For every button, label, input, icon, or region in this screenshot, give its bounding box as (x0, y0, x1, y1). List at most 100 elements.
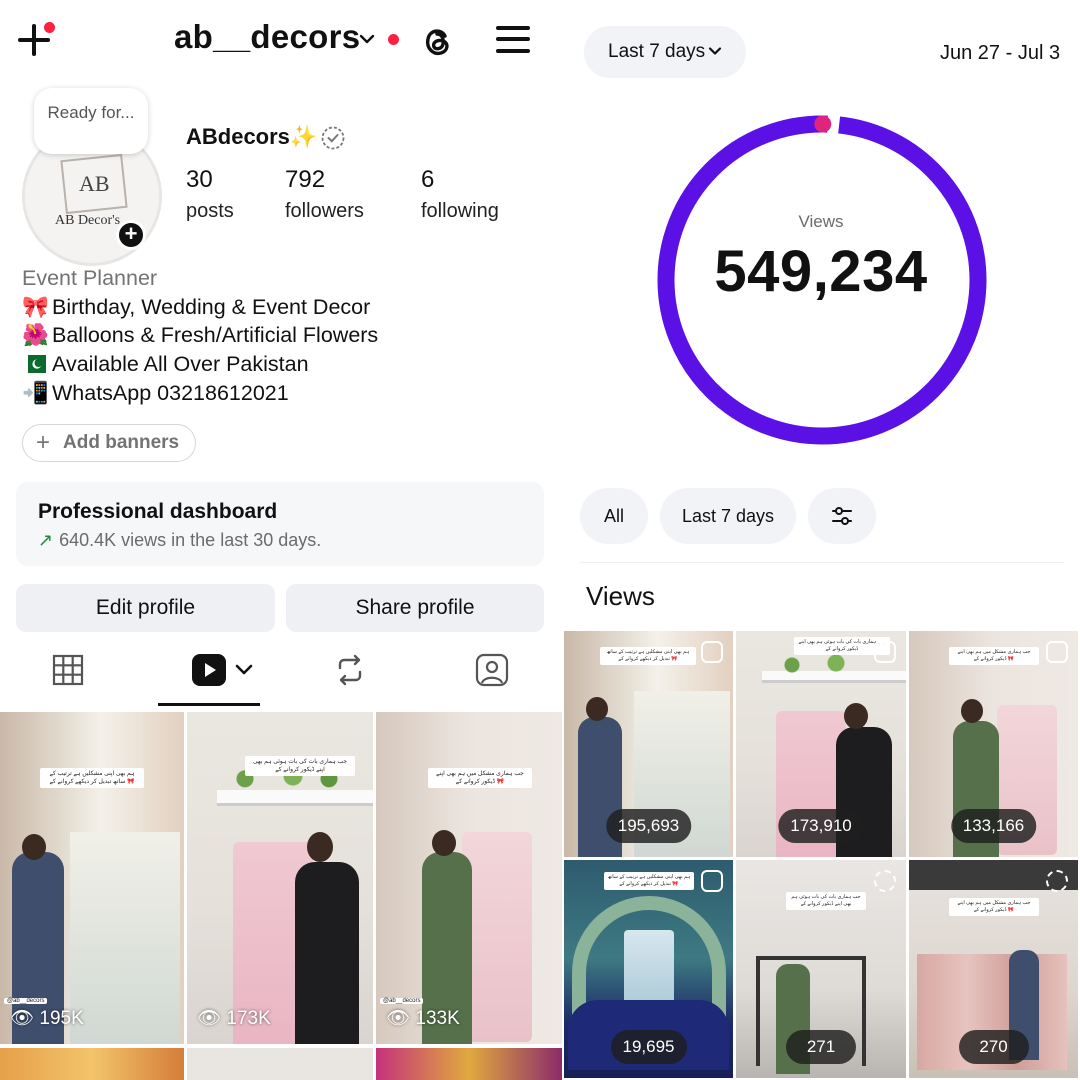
profile-screen: ab__decors AB AB Decor's Ready for... + … (0, 0, 562, 1080)
bow-icon: 🎀 (22, 294, 49, 319)
reel-views-badge: 173,910 (778, 809, 864, 843)
add-banners-button[interactable]: + Add banners (22, 424, 196, 462)
professional-dashboard-card[interactable]: Professional dashboard ↗ 640.4K views in … (16, 482, 544, 566)
bio-line: 📲 WhatsApp 03218612021 (22, 379, 378, 408)
pakistan-flag-icon (22, 350, 52, 379)
reel-views-badge: 271 (786, 1030, 856, 1064)
reel-view-count: 173K (226, 1008, 271, 1029)
verified-badge-icon (321, 126, 345, 150)
eye-icon: 👁 (386, 1008, 411, 1029)
insight-reel-tile[interactable]: جب ہماری بات کی بات ہوئی ہم بھی اپنے ڈیک… (736, 631, 906, 857)
stat-followers[interactable]: 792 followers (285, 166, 364, 223)
reel-views-badge: 133,166 (950, 809, 1037, 843)
bio-line: 🌺 Balloons & Fresh/Artificial Flowers (22, 321, 378, 350)
insight-reel-tile[interactable]: ہم بھی اپنی مشکلیں ہے ترتیب کے ساتھ تبدی… (564, 631, 733, 857)
eye-icon: 👁 (197, 1008, 222, 1029)
stat-label: posts (186, 200, 234, 222)
insight-reel-tile[interactable]: ہم بھی اپنی مشکلیں ہے ترتیب کے ساتھ تبدی… (564, 860, 733, 1078)
edit-profile-button[interactable]: Edit profile (16, 584, 275, 632)
insight-reel-tile[interactable]: جب ہماری بات کی بات ہوئی ہم بھی اپنے ڈیک… (736, 860, 906, 1078)
ring-accent-dot (814, 115, 832, 133)
mobile-phone-icon: 📲 (22, 380, 49, 405)
share-profile-button[interactable]: Share profile (286, 584, 544, 632)
insight-reel-tile[interactable]: جب ہماری مشکل میں ہم بھی اپنے ڈیکور کروا… (909, 860, 1078, 1078)
bio-line: 🎀 Birthday, Wedding & Event Decor (22, 293, 378, 322)
avatar-logo-monogram: AB (79, 171, 110, 196)
filter-settings-button[interactable] (808, 488, 876, 544)
account-notification-dot (388, 34, 399, 45)
reposts-icon[interactable] (332, 652, 368, 688)
professional-dashboard-title: Professional dashboard (38, 500, 278, 523)
tagged-icon[interactable] (474, 652, 510, 688)
views-section-heading: Views (586, 581, 655, 611)
reels-icon[interactable] (190, 652, 230, 688)
stat-label: followers (285, 200, 364, 222)
person-head (586, 697, 608, 721)
plants (770, 653, 880, 673)
reel-caption: ہم بھی اپنی مشکلیں ہے ترتیب کے ساتھ تبدی… (600, 647, 696, 665)
eye-icon: 👁 (10, 1008, 35, 1029)
reel-caption: جب ہماری بات کی بات ہوئی ہم بھی اپنے ڈیک… (786, 892, 866, 910)
divider (580, 562, 1064, 563)
notification-dot (44, 22, 55, 33)
stand (756, 956, 760, 1066)
reel-views: 👁 133K (386, 1006, 460, 1030)
threads-icon[interactable] (418, 22, 456, 60)
filter-all[interactable]: All (580, 488, 648, 544)
reel-caption: جب ہماری مشکل میں ہم بھی اپنے ڈیکور کروا… (949, 647, 1039, 665)
reel-tile[interactable] (187, 1048, 373, 1080)
chevron-down-icon[interactable] (234, 652, 254, 688)
reel-views: 👁 195K (10, 1006, 84, 1030)
person-head (432, 830, 456, 856)
profile-top-bar: ab__decors (0, 0, 562, 80)
bio-line: Available All Over Pakistan (22, 350, 378, 379)
reel-view-count: 195K (39, 1008, 84, 1029)
reel-tile[interactable]: جب ہماری بات کی بات ہوئی ہم بھی اپنے ڈیک… (187, 712, 373, 1044)
grid-icon[interactable] (50, 652, 86, 688)
person-head (961, 699, 983, 723)
chevron-down-icon (708, 47, 722, 55)
sliders-icon (832, 507, 852, 525)
add-story-icon[interactable]: + (116, 220, 146, 250)
person-head (307, 832, 333, 862)
professional-dashboard-subtitle: ↗ 640.4K views in the last 30 days. (38, 530, 544, 551)
bio-line-text: Birthday, Wedding & Event Decor (52, 294, 371, 319)
stat-value: 6 (421, 166, 435, 193)
bio-line-text: Balloons & Fresh/Artificial Flowers (52, 323, 379, 348)
active-tab-indicator (158, 703, 260, 706)
filter-last-7-days[interactable]: Last 7 days (660, 488, 796, 544)
flower-icon: 🌺 (22, 323, 49, 348)
loading-icon (874, 870, 896, 892)
reel-views-badge: 195,693 (605, 809, 692, 843)
reel-handle: @ab__decors (4, 998, 48, 1004)
reel-view-count: 133K (415, 1008, 460, 1029)
stat-posts[interactable]: 30 posts (186, 166, 234, 223)
metric-label: Views (798, 212, 844, 231)
reel-caption: ہم بھی اپنی مشکلیں ہے ترتیب کے ساتھ تبدی… (40, 768, 144, 788)
reel-icon (701, 870, 723, 892)
add-banners-label: Add banners (63, 432, 180, 453)
stat-label: following (421, 200, 499, 222)
stat-following[interactable]: 6 following (421, 166, 499, 223)
reel-caption: جب ہماری بات کی بات ہوئی ہم بھی اپنے ڈیک… (245, 756, 355, 776)
bio-line-text: Available All Over Pakistan (52, 352, 309, 377)
reel-icon (701, 641, 723, 663)
reel-tile[interactable] (376, 1048, 562, 1080)
reel-tile[interactable]: ہم بھی اپنی مشکلیں ہے ترتیب کے ساتھ تبدی… (0, 712, 184, 1044)
menu-icon[interactable] (496, 24, 530, 54)
chevron-down-icon[interactable] (358, 30, 376, 48)
username-title[interactable]: ab__decors (174, 18, 360, 56)
reel-views-badge: 19,695 (610, 1030, 687, 1064)
shelf (217, 790, 373, 806)
reel-tile[interactable]: جب ہماری مشکل میں ہم بھی اپنے ڈیکور کروا… (376, 712, 562, 1044)
reel-caption: جب ہماری مشکل میں ہم بھی اپنے ڈیکور کروا… (428, 768, 532, 788)
bio-line-text[interactable]: WhatsApp 03218612021 (52, 381, 289, 405)
insight-reel-tile[interactable]: جب ہماری مشکل میں ہم بھی اپنے ڈیکور کروا… (909, 631, 1078, 857)
person-head (844, 703, 868, 729)
reel-icon (1046, 641, 1068, 663)
reel-views: 👁 173K (197, 1006, 271, 1030)
reel-tile[interactable] (0, 1048, 184, 1080)
note-bubble[interactable]: Ready for... (34, 88, 148, 154)
date-range-dropdown[interactable]: Last 7 days (584, 26, 746, 78)
reel-handle: @ab__decors (380, 998, 424, 1004)
